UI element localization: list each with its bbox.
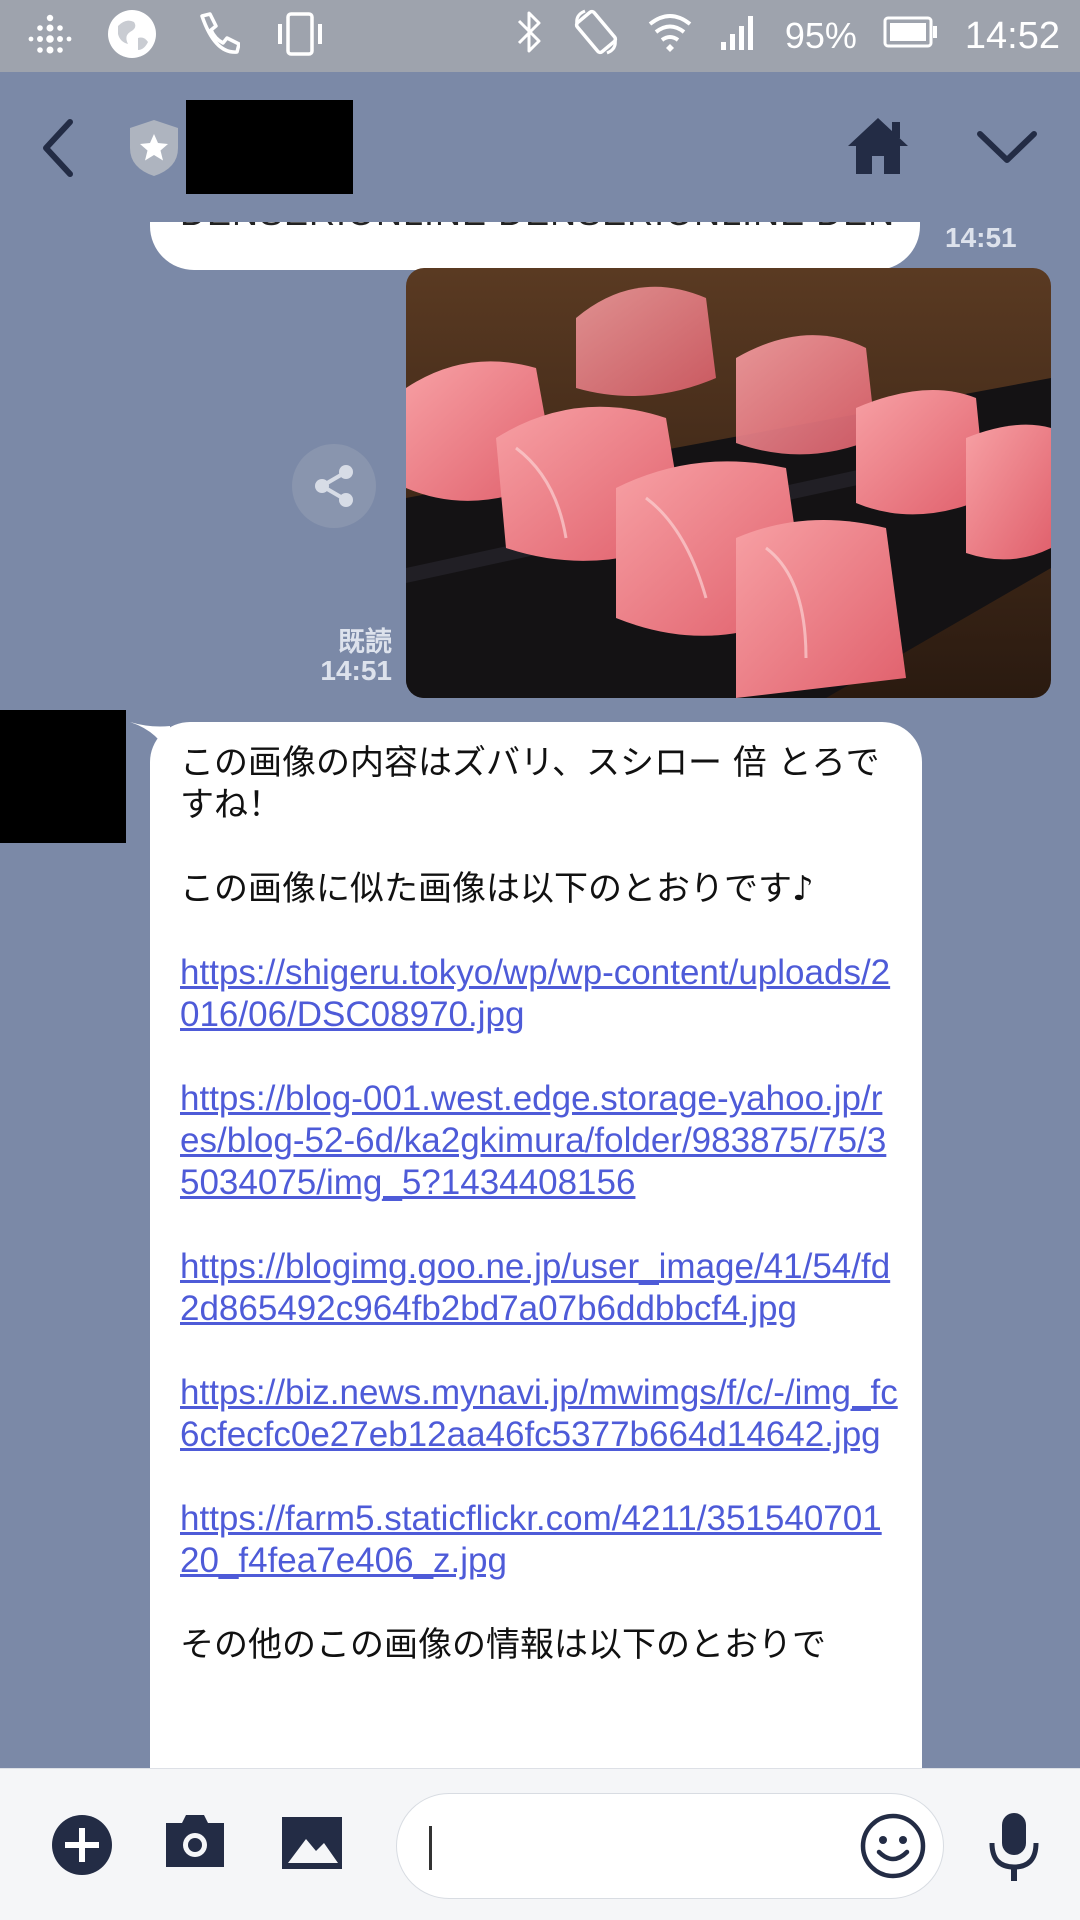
image-button[interactable] <box>280 1815 344 1871</box>
camera-button[interactable] <box>164 1813 226 1869</box>
similar-image-link[interactable]: https://biz.news.mynavi.jp/mwimgs/f/c/-/… <box>180 1372 900 1456</box>
message-input[interactable] <box>437 1814 851 1882</box>
microphone-icon <box>989 1813 1039 1881</box>
bot-paragraph: この画像の内容はズバリ、スシロー 倍 とろですね！ <box>180 743 880 825</box>
similar-image-link[interactable]: https://blog-001.west.edge.storage-yahoo… <box>180 1078 900 1204</box>
text-cursor <box>429 1826 432 1870</box>
bot-paragraph: その他のこの画像の情報は以下のとおりで <box>180 1625 826 1665</box>
sent-image-tuna-sushi[interactable] <box>406 268 1051 698</box>
chat-header <box>0 72 1080 222</box>
message-input-bar <box>0 1768 1080 1920</box>
read-receipt: 既読 <box>338 627 392 658</box>
bot-paragraph: この画像に似た画像は以下のとおりです♪ <box>180 869 814 909</box>
emoji-icon <box>860 1813 926 1879</box>
wifi-icon <box>647 10 693 63</box>
camera-icon <box>166 1815 224 1867</box>
plus-icon <box>52 1815 112 1875</box>
plus-button[interactable] <box>50 1813 114 1877</box>
battery-icon <box>883 16 939 57</box>
vibrate-icon <box>274 10 326 62</box>
home-button[interactable] <box>844 112 912 180</box>
status-bar: 95% 14:52 <box>0 0 1080 72</box>
fitbit-icon <box>28 12 72 60</box>
back-arrow-icon <box>43 119 73 177</box>
image-icon <box>282 1817 342 1869</box>
chat-area[interactable]: DENSERIONLINE DENSERIONLINE DEN 14:51 既読… <box>0 222 1080 1768</box>
similar-image-link[interactable]: https://shigeru.tokyo/wp/wp-content/uplo… <box>180 952 900 1036</box>
battery-percent: 95% <box>784 15 857 56</box>
menu-dropdown-button[interactable] <box>974 126 1040 166</box>
bot-message-bubble[interactable]: この画像の内容はズバリ、スシロー 倍 とろですね！ この画像に似た画像は以下のと… <box>150 722 922 1768</box>
globe-icon <box>106 8 158 64</box>
line-chat-screen: 95% 14:52 14:51 既読 14:51 この画像の内容はズバリ、スシロ… <box>0 0 1080 1920</box>
share-icon <box>315 465 353 507</box>
microphone-button[interactable] <box>988 1811 1040 1885</box>
redacted-chat-name <box>186 100 353 194</box>
home-icon <box>848 118 908 174</box>
bot-message-text: この画像の内容はズバリ、スシロー 倍 とろですね！ この画像に似た画像は以下のと… <box>180 742 900 1708</box>
phone-icon <box>192 10 241 62</box>
redacted-avatar[interactable] <box>0 710 126 843</box>
back-button[interactable] <box>38 116 78 180</box>
emoji-button[interactable] <box>859 1812 927 1880</box>
similar-image-link[interactable]: https://farm5.staticflickr.com/4211/3515… <box>180 1498 900 1582</box>
previous-message-text: DENSERIONLINE DENSERIONLINE DEN <box>180 222 895 234</box>
status-time: 14:52 <box>964 14 1060 57</box>
signal-icon <box>719 12 759 61</box>
shield-star-icon <box>128 118 180 178</box>
message-input-field[interactable] <box>396 1793 944 1899</box>
share-button[interactable] <box>292 444 376 528</box>
image-message-time: 14:51 <box>320 655 392 686</box>
previous-message-bubble[interactable]: DENSERIONLINE DENSERIONLINE DEN <box>150 222 920 270</box>
rotate-icon <box>571 7 621 66</box>
chevron-down-icon <box>977 131 1037 163</box>
bluetooth-icon <box>515 9 545 64</box>
similar-image-link[interactable]: https://blogimg.goo.ne.jp/user_image/41/… <box>180 1246 900 1330</box>
previous-message-time: 14:51 <box>945 222 1017 253</box>
